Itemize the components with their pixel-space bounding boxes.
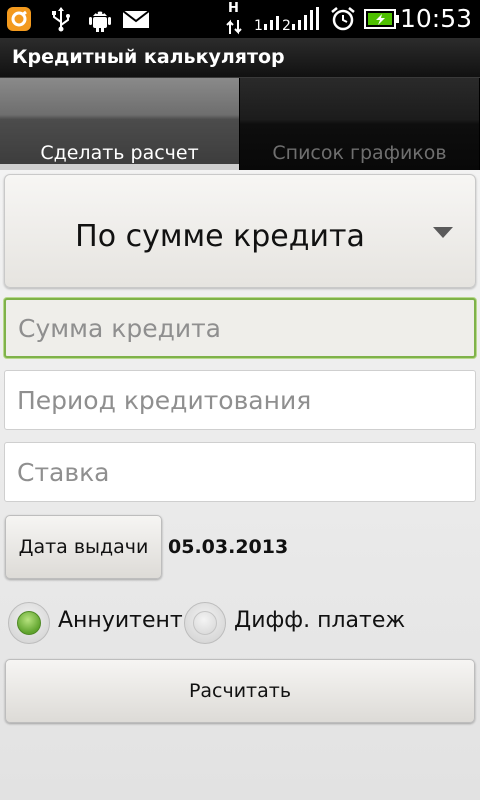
radio-annuity-label[interactable]: Аннуитент bbox=[58, 608, 183, 633]
radio-differentiated[interactable] bbox=[184, 602, 226, 644]
tab-schedule-list[interactable]: Список графиков bbox=[240, 78, 480, 170]
calc-mode-selected: По сумме кредита bbox=[75, 219, 365, 254]
tab-label: Список графиков bbox=[272, 142, 447, 164]
signal-icon: 1 2 bbox=[254, 7, 319, 32]
notification-icon bbox=[7, 7, 31, 31]
radio-dot bbox=[193, 611, 217, 635]
radio-dot bbox=[17, 611, 41, 635]
tab-bar: Сделать расчет Список графиков bbox=[0, 78, 480, 170]
network-type-label: H bbox=[228, 1, 239, 16]
loan-amount-field[interactable] bbox=[4, 298, 476, 358]
android-debug-icon bbox=[89, 11, 111, 32]
rate-field[interactable] bbox=[4, 442, 476, 502]
data-arrows-icon bbox=[226, 19, 242, 35]
svg-text:1: 1 bbox=[254, 18, 263, 32]
status-bar: H 1 2 10:53 bbox=[0, 0, 480, 38]
loan-amount-input[interactable] bbox=[6, 300, 474, 356]
tab-make-calculation[interactable]: Сделать расчет bbox=[0, 78, 240, 170]
mail-icon bbox=[122, 10, 150, 28]
svg-text:2: 2 bbox=[282, 18, 291, 32]
calculate-button[interactable]: Расчитать bbox=[5, 659, 475, 723]
tab-label: Сделать расчет bbox=[40, 142, 199, 164]
alarm-icon bbox=[331, 7, 355, 31]
app-title: Кредитный калькулятор bbox=[12, 46, 285, 68]
loan-period-field[interactable] bbox=[4, 370, 476, 430]
radio-differentiated-label[interactable]: Дифф. платеж bbox=[234, 608, 405, 633]
calc-mode-dropdown[interactable]: По сумме кредита bbox=[4, 174, 476, 288]
clock: 10:53 bbox=[399, 4, 472, 33]
radio-annuity[interactable] bbox=[8, 602, 50, 644]
loan-period-input[interactable] bbox=[5, 371, 475, 429]
issue-date-button[interactable]: Дата выдачи bbox=[5, 515, 162, 579]
app-title-bar: Кредитный калькулятор bbox=[0, 38, 480, 78]
chevron-down-icon bbox=[433, 227, 453, 238]
issue-date-value: 05.03.2013 bbox=[168, 536, 289, 558]
usb-icon bbox=[52, 7, 70, 32]
calculation-form: По сумме кредита Дата выдачи 05.03.2013 … bbox=[0, 170, 480, 800]
battery-charging-icon bbox=[364, 9, 399, 29]
rate-input[interactable] bbox=[5, 443, 475, 501]
